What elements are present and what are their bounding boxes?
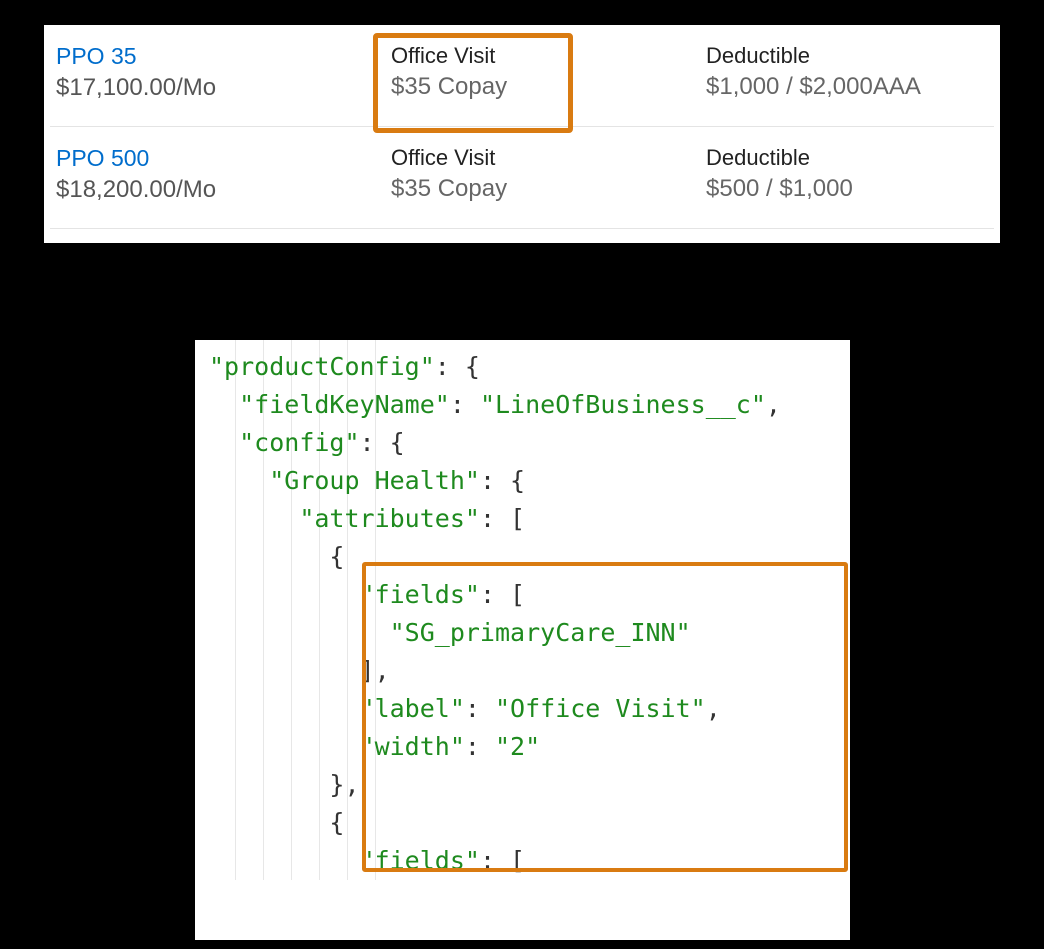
code-snippet: "productConfig": { "fieldKeyName": "Line… [195, 340, 850, 940]
office-visit-value: $35 Copay [391, 175, 706, 203]
deductible-value: $500 / $1,000 [706, 175, 988, 203]
code-content: "productConfig": { "fieldKeyName": "Line… [195, 340, 850, 880]
json-key: "productConfig" [209, 352, 435, 381]
office-visit-value: $35 Copay [391, 73, 706, 101]
office-visit-label: Office Visit [391, 145, 706, 171]
plan-price: $17,100.00/Mo [56, 74, 391, 102]
deductible-label: Deductible [706, 43, 988, 69]
json-key: "fields" [360, 580, 480, 609]
json-string: "LineOfBusiness__c" [480, 390, 766, 419]
deductible-cell: Deductible $500 / $1,000 [706, 145, 988, 204]
json-key: "fields" [360, 846, 480, 875]
deductible-value: $1,000 / $2,000AAA [706, 73, 988, 101]
plan-link[interactable]: PPO 500 [56, 145, 391, 172]
plan-row: PPO 500 $18,200.00/Mo Office Visit $35 C… [50, 127, 994, 229]
plan-summary-cell: PPO 500 $18,200.00/Mo [56, 145, 391, 204]
json-key: "label" [360, 694, 465, 723]
json-key: "config" [239, 428, 359, 457]
plan-price: $18,200.00/Mo [56, 176, 391, 204]
json-string: "2" [495, 732, 540, 761]
json-string: "SG_primaryCare_INN" [390, 618, 691, 647]
office-visit-label: Office Visit [391, 43, 706, 69]
deductible-cell: Deductible $1,000 / $2,000AAA [706, 43, 988, 102]
json-string: "Office Visit" [495, 694, 706, 723]
office-visit-cell: Office Visit $35 Copay [391, 43, 706, 102]
plan-summary-cell: PPO 35 $17,100.00/Mo [56, 43, 391, 102]
plan-link[interactable]: PPO 35 [56, 43, 391, 70]
json-key: "fieldKeyName" [239, 390, 450, 419]
deductible-label: Deductible [706, 145, 988, 171]
json-key: "width" [360, 732, 465, 761]
plan-row: PPO 35 $17,100.00/Mo Office Visit $35 Co… [50, 25, 994, 127]
office-visit-cell: Office Visit $35 Copay [391, 145, 706, 204]
plan-table: PPO 35 $17,100.00/Mo Office Visit $35 Co… [44, 25, 1000, 243]
json-key: "Group Health" [269, 466, 480, 495]
json-key: "attributes" [299, 504, 480, 533]
